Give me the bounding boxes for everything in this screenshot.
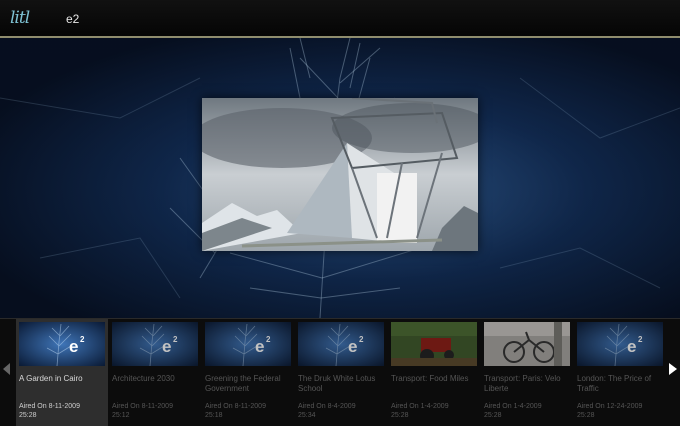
episode-list: e2A Garden in Cairo Aired On 8-11-2009 25:… xyxy=(16,319,666,426)
episode-title: London: The Price of Traffic xyxy=(577,374,652,393)
triangle-left-icon[interactable] xyxy=(3,363,10,375)
episode-aired-date: Aired On 8-11-2009 xyxy=(205,403,266,410)
episode-title: Architecture 2030 xyxy=(112,374,175,383)
episode-item[interactable]: Transport: Paris: Velo Liberte Aired On 1… xyxy=(481,319,573,426)
episode-duration: 25:28 xyxy=(577,412,595,419)
episode-thumbnail: e2 xyxy=(112,322,198,366)
episode-thumbnail: e2 xyxy=(205,322,291,366)
episode-thumbnail: e2 xyxy=(298,322,384,366)
litl-logo[interactable]: litl xyxy=(10,8,30,28)
hero-banner xyxy=(0,38,680,318)
episode-carousel: e2A Garden in Cairo Aired On 8-11-2009 25:… xyxy=(0,318,680,426)
episode-item[interactable]: Transport: Food Miles Aired On 1-4-2009 25… xyxy=(388,319,480,426)
episode-thumbnail: e2 xyxy=(577,322,663,366)
svg-text:2: 2 xyxy=(266,335,271,344)
svg-text:e: e xyxy=(162,337,171,356)
svg-text:2: 2 xyxy=(638,335,643,344)
svg-text:2: 2 xyxy=(173,335,178,344)
triangle-right-icon[interactable] xyxy=(669,363,677,375)
svg-text:e: e xyxy=(348,337,357,356)
episode-duration: 25:34 xyxy=(298,412,316,419)
episode-meta: Aired On 8-4-2009 25:34 xyxy=(298,402,384,420)
episode-item[interactable]: e 2 Greening the Federal Government Aired O… xyxy=(202,319,294,426)
episode-aired-date: Aired On 8-11-2009 xyxy=(19,403,80,410)
episode-duration: 25:28 xyxy=(391,412,409,419)
episode-thumbnail: e2 xyxy=(19,322,105,366)
episode-aired-date: Aired On 1-4-2009 xyxy=(484,403,542,410)
episode-title: Transport: Paris: Velo Liberte xyxy=(484,374,561,393)
episode-meta: Aired On 1-4-2009 25:28 xyxy=(391,402,477,420)
episode-duration: 25:28 xyxy=(19,412,37,419)
featured-video-image[interactable] xyxy=(202,98,478,251)
episode-item[interactable]: e 2 Architecture 2030 Aired On 8-11-2009 25:… xyxy=(109,319,201,426)
episode-aired-date: Aired On 12-24-2009 xyxy=(577,403,643,410)
episode-duration: 25:12 xyxy=(112,412,130,419)
episode-item[interactable]: e 2 London: The Price of Traffic Aired On 1… xyxy=(574,319,666,426)
episode-meta: Aired On 1-4-2009 25:28 xyxy=(484,402,570,420)
svg-text:2: 2 xyxy=(359,335,364,344)
episode-meta: Aired On 8-11-2009 25:18 xyxy=(205,402,291,420)
svg-text:e: e xyxy=(255,337,264,356)
episode-aired-date: Aired On 1-4-2009 xyxy=(391,403,449,410)
episode-item[interactable]: e 2 The Druk White Lotus School Aired On 8-… xyxy=(295,319,387,426)
episode-duration: 25:28 xyxy=(484,412,502,419)
episode-meta: Aired On 12-24-2009 25:28 xyxy=(577,402,663,420)
episode-meta: Aired On 8-11-2009 25:28 xyxy=(19,402,105,420)
episode-title: Greening the Federal Government xyxy=(205,374,281,393)
episode-title: A Garden in Cairo xyxy=(19,374,83,383)
svg-text:2: 2 xyxy=(80,335,85,344)
episode-thumbnail xyxy=(484,322,570,366)
episode-thumbnail xyxy=(391,322,477,366)
svg-text:e: e xyxy=(69,337,78,356)
top-bar: litl e2 xyxy=(0,0,680,38)
episode-aired-date: Aired On 8-11-2009 xyxy=(112,403,173,410)
episode-item[interactable]: e2 A Garden in Cairo Aired On 8-11-2009 25:… xyxy=(16,319,108,426)
episode-title: The Druk White Lotus School xyxy=(298,374,376,393)
episode-meta: Aired On 8-11-2009 25:12 xyxy=(112,402,198,420)
episode-title: Transport: Food Miles xyxy=(391,374,469,383)
episode-duration: 25:18 xyxy=(205,412,223,419)
episode-aired-date: Aired On 8-4-2009 xyxy=(298,403,356,410)
svg-text:e: e xyxy=(627,337,636,356)
channel-title: e2 xyxy=(66,12,80,26)
